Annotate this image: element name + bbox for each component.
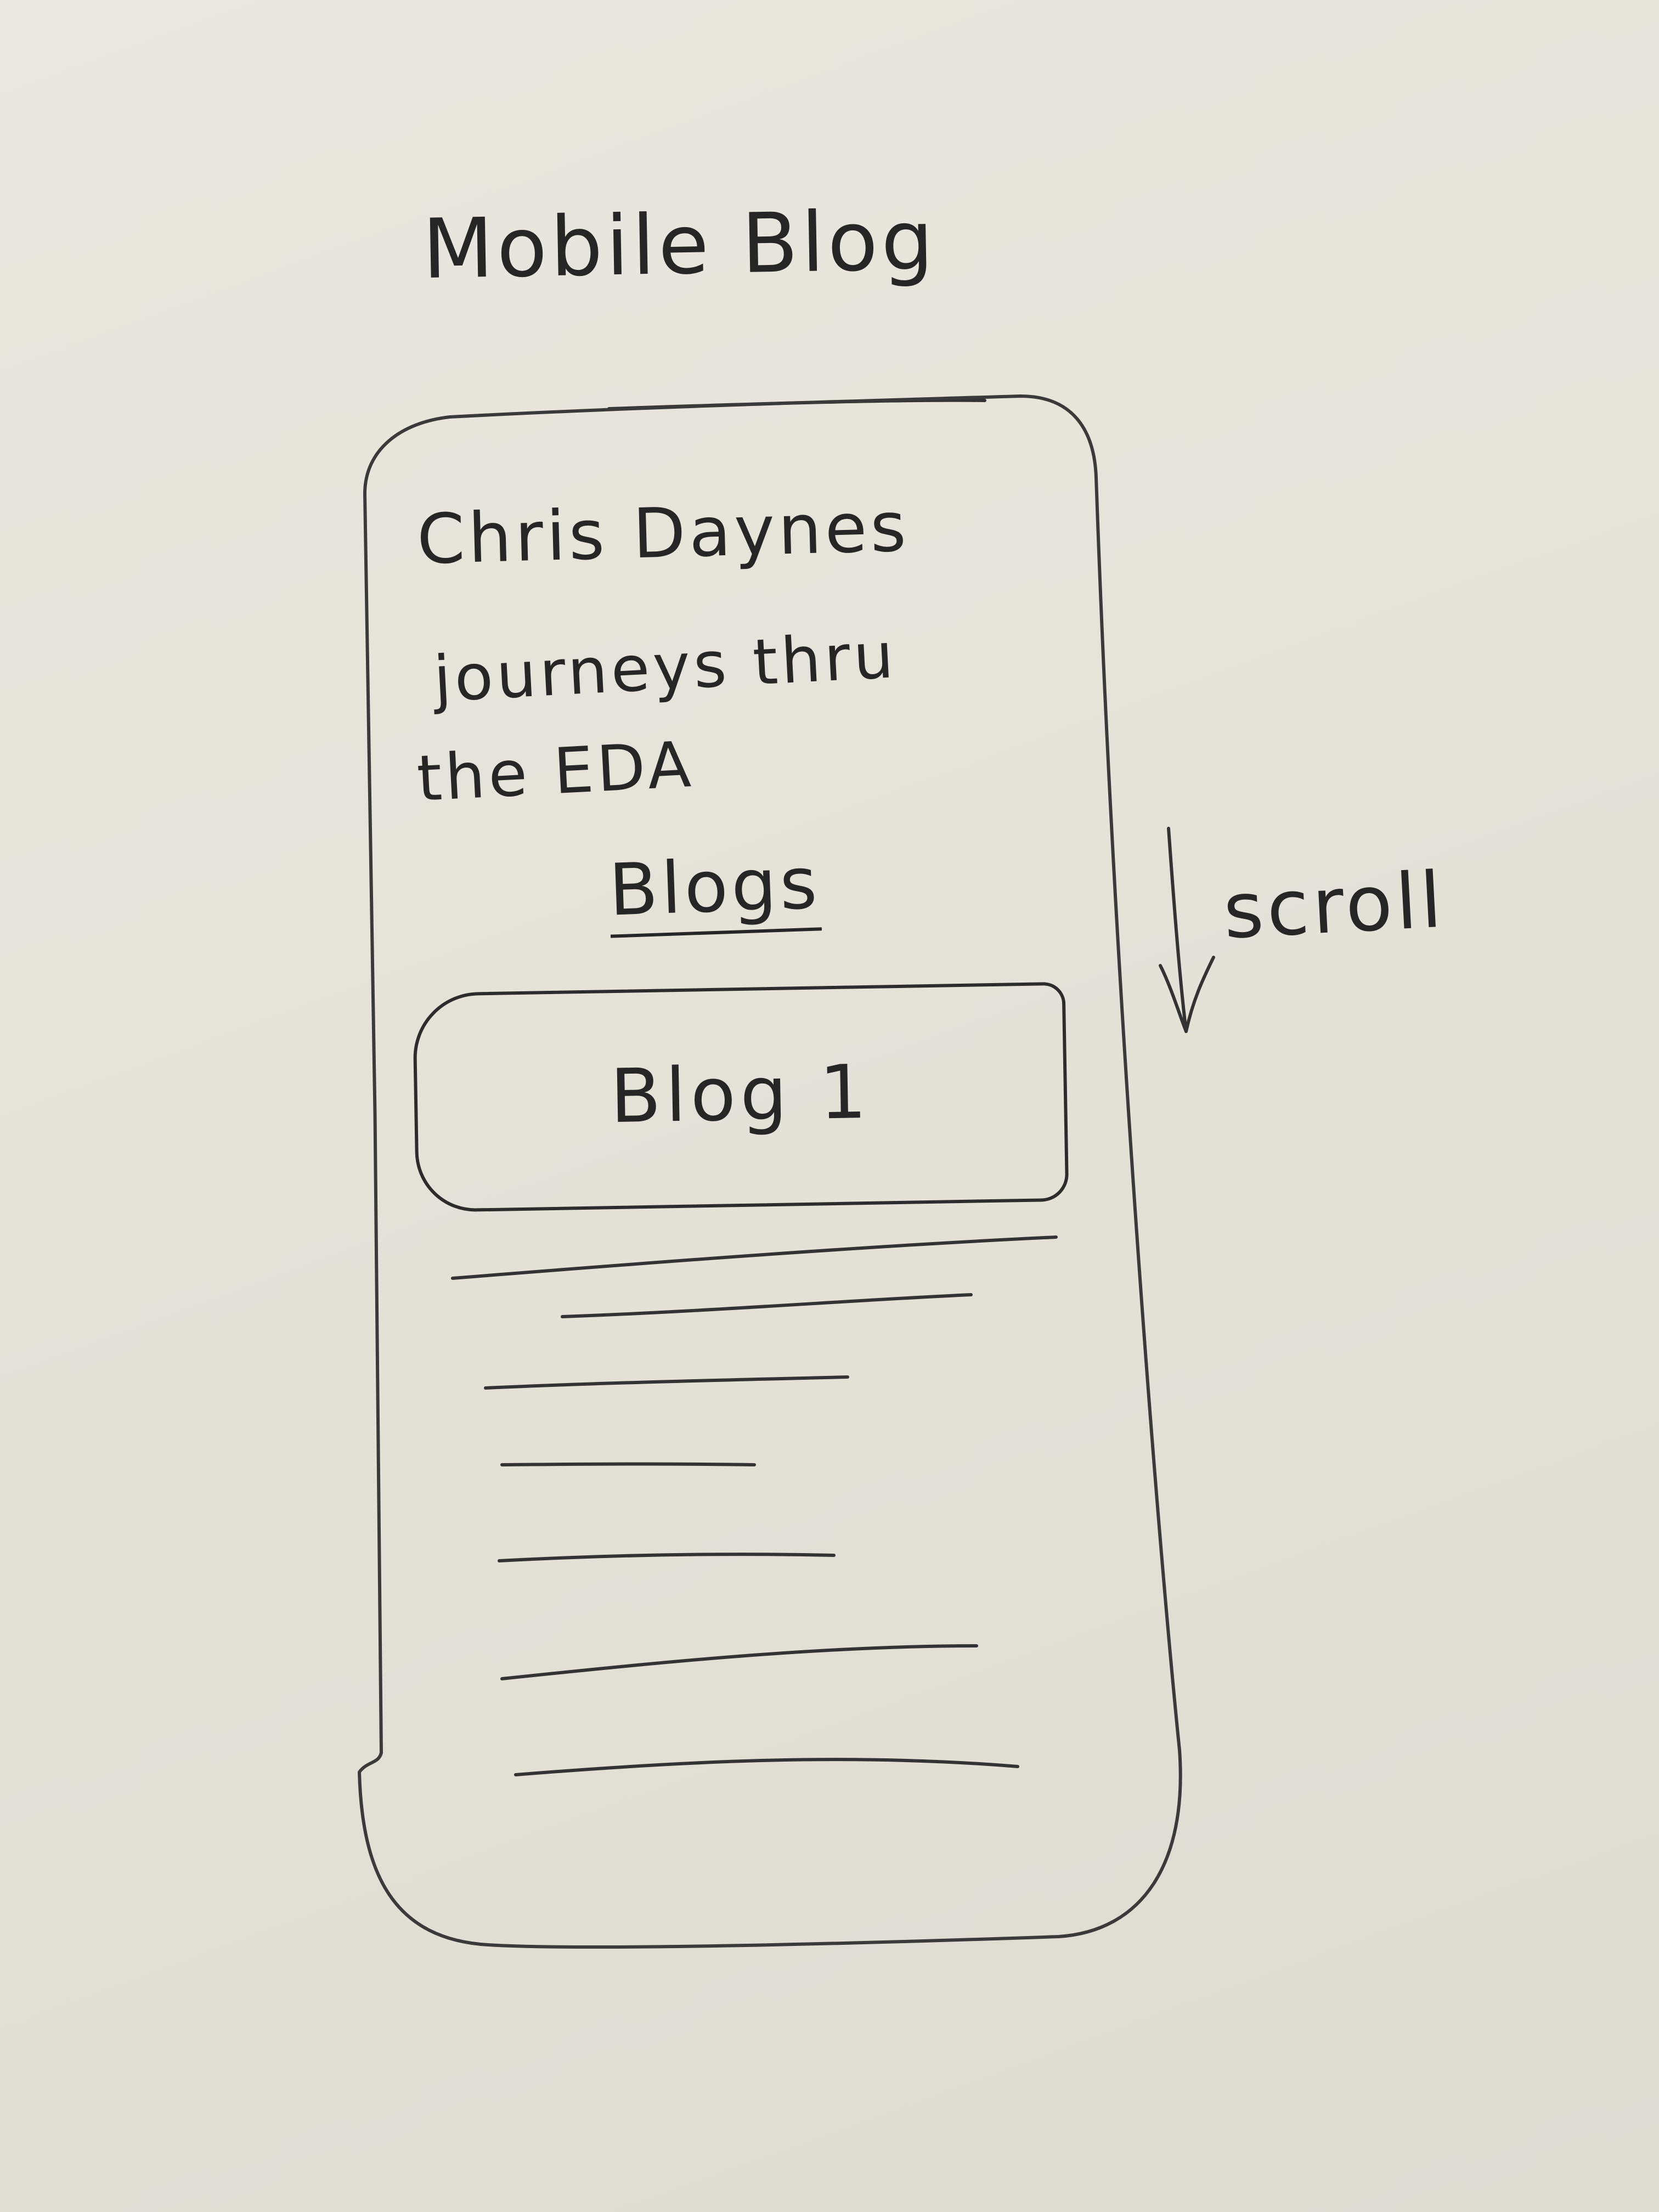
- text-line: [498, 1553, 836, 1562]
- down-arrow-icon: [1159, 827, 1215, 1033]
- text-line: [451, 1235, 1058, 1280]
- text-line: [484, 1375, 849, 1390]
- blog-card[interactable]: Blog 1: [412, 981, 1069, 1213]
- text-line: [500, 1644, 978, 1680]
- text-lines: [451, 1235, 1058, 1776]
- text-line: [500, 1462, 756, 1466]
- text-line: [514, 1758, 1019, 1776]
- sketch-page: { "page": { "title": "Mobile Blog" }, "s…: [0, 0, 1659, 2212]
- blogs-section-heading[interactable]: Blogs: [607, 841, 821, 932]
- blog-card-title: Blog 1: [609, 1048, 872, 1140]
- text-line: [561, 1293, 973, 1318]
- blog-header-title: Chris Daynes: [416, 487, 911, 580]
- blog-header-subtitle-line2: the EDA: [415, 727, 696, 816]
- scroll-label: scroll: [1221, 855, 1447, 957]
